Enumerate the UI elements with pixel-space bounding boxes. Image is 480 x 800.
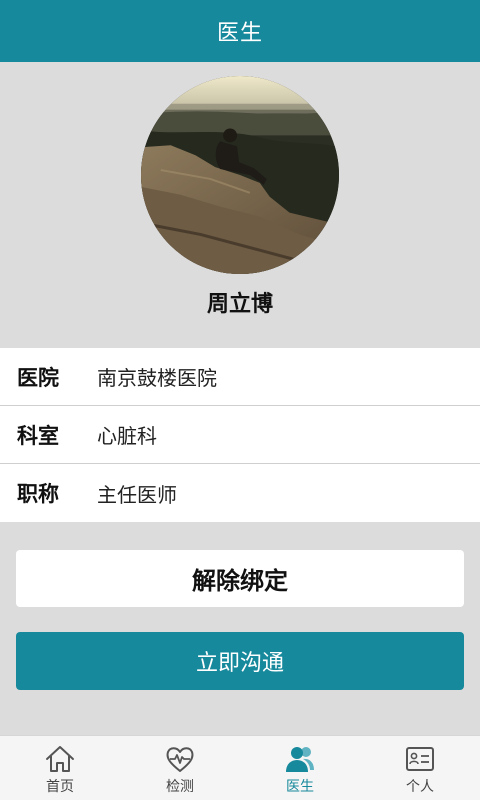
info-row-hospital: 医院 南京鼓楼医院 bbox=[0, 348, 480, 406]
tab-doctor[interactable]: 医生 bbox=[240, 736, 360, 800]
chat-now-button[interactable]: 立即沟通 bbox=[16, 632, 464, 690]
doctor-info-list: 医院 南京鼓楼医院 科室 心脏科 职称 主任医师 bbox=[0, 348, 480, 522]
tab-home-label: 首页 bbox=[46, 779, 74, 795]
title-value: 主任医师 bbox=[97, 482, 177, 507]
tab-personal-label: 个人 bbox=[406, 779, 434, 795]
bottom-tab-bar: 首页 检测 医生 个人 bbox=[0, 735, 480, 800]
doctor-profile: 周立博 bbox=[0, 62, 480, 348]
department-label: 科室 bbox=[17, 423, 59, 448]
doctor-avatar bbox=[141, 76, 339, 274]
unbind-button-label: 解除绑定 bbox=[192, 567, 288, 595]
department-value: 心脏科 bbox=[97, 424, 157, 448]
doctor-icon bbox=[284, 744, 316, 774]
title-label: 职称 bbox=[17, 482, 59, 506]
app-header: 医生 bbox=[0, 0, 480, 62]
tab-detection-label: 检测 bbox=[166, 779, 194, 795]
tab-home[interactable]: 首页 bbox=[0, 736, 120, 800]
home-icon bbox=[44, 744, 76, 774]
info-row-department: 科室 心脏科 bbox=[0, 406, 480, 464]
avatar-photo bbox=[141, 76, 339, 274]
tab-personal[interactable]: 个人 bbox=[360, 736, 480, 800]
hospital-label: 医院 bbox=[17, 365, 59, 390]
heart-pulse-icon bbox=[164, 744, 196, 774]
tab-doctor-label: 医生 bbox=[286, 779, 314, 795]
unbind-button[interactable]: 解除绑定 bbox=[16, 550, 464, 607]
tab-detection[interactable]: 检测 bbox=[120, 736, 240, 800]
doctor-name: 周立博 bbox=[206, 292, 273, 317]
info-row-title: 职称 主任医师 bbox=[0, 464, 480, 522]
page-title: 医生 bbox=[216, 21, 263, 46]
chat-now-button-label: 立即沟通 bbox=[195, 651, 284, 676]
id-card-icon bbox=[404, 744, 436, 774]
hospital-value: 南京鼓楼医院 bbox=[97, 366, 217, 390]
